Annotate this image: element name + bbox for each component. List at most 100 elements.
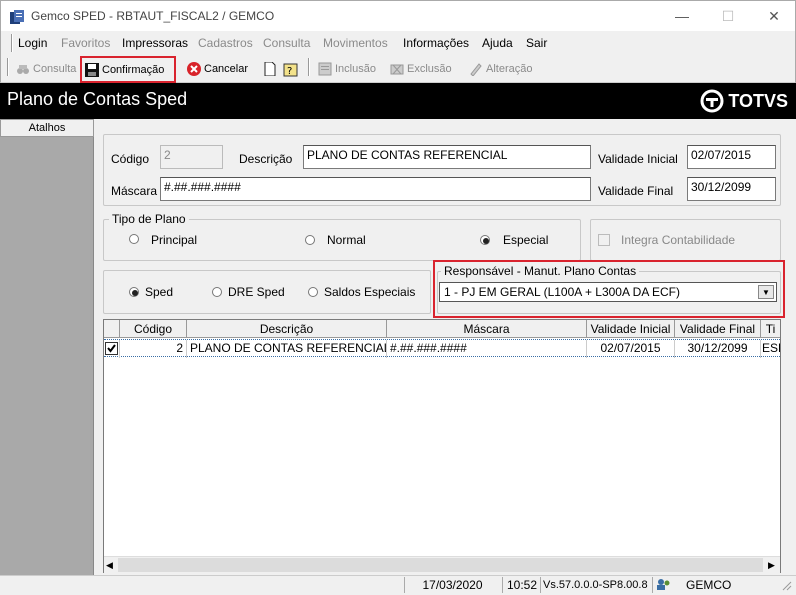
dropdown-arrow-icon[interactable]: ▼ — [758, 285, 774, 299]
inclusao-label: Inclusão — [335, 63, 376, 75]
alteracao-label: Alteração — [486, 63, 533, 75]
toolbar-separator — [308, 58, 310, 76]
responsavel-selected: 1 - PJ EM GERAL (L100A + L300A DA ECF) — [444, 285, 680, 299]
svg-text:?: ? — [287, 66, 292, 77]
new-document-button[interactable] — [260, 58, 280, 80]
alteracao-button[interactable]: Alteração — [466, 58, 535, 80]
status-time: 10:52 — [502, 577, 540, 593]
especial-radio[interactable] — [480, 235, 490, 245]
dre-sped-radio[interactable] — [212, 287, 222, 297]
confirmacao-button[interactable]: Confirmação — [80, 56, 176, 83]
cancelar-button[interactable]: Cancelar — [184, 58, 251, 80]
resize-grip-icon[interactable] — [780, 579, 792, 591]
descricao-field[interactable]: PLANO DE CONTAS REFERENCIAL — [303, 145, 591, 169]
add-record-icon — [318, 62, 332, 76]
dre-sped-label: DRE Sped — [228, 285, 285, 299]
page-title: Plano de Contas Sped — [7, 89, 188, 109]
codigo-field[interactable]: 2 — [160, 145, 223, 169]
toolbar-grip — [7, 58, 9, 76]
toolbar: Consulta Confirmação Cancelar ? Inclusão… — [0, 55, 796, 83]
cancelar-label: Cancelar — [204, 63, 249, 75]
column-header-tipo[interactable]: Ti — [761, 320, 780, 338]
normal-label: Normal — [327, 233, 366, 247]
column-header-codigo[interactable]: Código — [120, 320, 187, 338]
inclusao-button[interactable]: Inclusão — [315, 58, 379, 80]
confirmacao-label: Confirmação — [102, 63, 165, 76]
column-header-mascara[interactable]: Máscara — [387, 320, 587, 338]
cell-codigo[interactable]: 2 — [120, 340, 187, 358]
horizontal-scrollbar[interactable]: ◀ ▶ — [104, 556, 780, 573]
sidebar-title[interactable]: Atalhos — [0, 119, 94, 137]
mascara-label: Máscara — [111, 184, 158, 198]
consulta-button[interactable]: Consulta — [13, 58, 79, 80]
page-header: Plano de Contas Sped TOTVS — [0, 83, 796, 119]
menu-impressoras[interactable]: Impressoras — [122, 36, 188, 50]
scroll-left-icon[interactable]: ◀ — [106, 560, 113, 571]
consulta-label: Consulta — [33, 63, 77, 75]
descricao-label: Descrição — [239, 152, 293, 166]
grid-selector-header — [104, 320, 120, 338]
cell-validade-inicial[interactable]: 02/07/2015 — [587, 340, 675, 358]
sped-label: Sped — [145, 285, 174, 299]
row-checkbox[interactable] — [104, 340, 120, 358]
cell-tipo[interactable]: ESP — [761, 340, 780, 358]
sidebar: Atalhos — [0, 119, 94, 575]
column-header-validade-final[interactable]: Validade Final — [675, 320, 761, 338]
codigo-label: Código — [111, 152, 150, 166]
cell-descricao[interactable]: PLANO DE CONTAS REFERENCIAL — [187, 340, 387, 358]
menu-login[interactable]: Login — [18, 36, 47, 50]
status-date: 17/03/2020 — [404, 577, 500, 593]
menu-consulta[interactable]: Consulta — [263, 36, 310, 50]
principal-label: Principal — [151, 233, 198, 247]
integra-label: Integra Contabilidade — [621, 233, 736, 247]
save-icon — [85, 62, 99, 77]
status-version: Vs.57.0.0.0-SP8.00.8 — [540, 577, 650, 593]
close-button[interactable]: ✕ — [751, 1, 796, 32]
integra-checkbox[interactable] — [598, 234, 610, 246]
edit-record-icon — [469, 62, 483, 77]
exclusao-button[interactable]: Exclusão — [387, 58, 455, 80]
responsavel-select[interactable]: 1 - PJ EM GERAL (L100A + L300A DA ECF) ▼ — [439, 282, 777, 302]
cell-validade-final[interactable]: 30/12/2099 — [675, 340, 761, 358]
delete-record-icon — [390, 62, 404, 76]
status-company: GEMCO — [686, 578, 732, 592]
menu-grip — [11, 34, 13, 52]
cancel-icon — [187, 62, 201, 76]
saldos-especiais-label: Saldos Especiais — [324, 285, 416, 299]
plano-contas-grid: Código Descrição Máscara Validade Inicia… — [103, 319, 781, 573]
principal-radio[interactable] — [129, 234, 139, 244]
validade-final-field[interactable]: 30/12/2099 — [687, 177, 776, 201]
tipo-plano-title: Tipo de Plano — [109, 212, 189, 226]
user-icon — [652, 577, 672, 593]
help-icon: ? — [283, 62, 298, 77]
especial-label: Especial — [503, 233, 549, 247]
menu-ajuda[interactable]: Ajuda — [482, 36, 513, 50]
totvs-logo: TOTVS — [700, 89, 788, 113]
menu-cadastros[interactable]: Cadastros — [198, 36, 253, 50]
validade-inicial-field[interactable]: 02/07/2015 — [687, 145, 776, 169]
menu-bar: Login Favoritos Impressoras Cadastros Co… — [0, 31, 796, 55]
new-document-icon — [263, 61, 277, 77]
validade-inicial-label: Validade Inicial — [598, 152, 678, 166]
cell-mascara[interactable]: #.##.###.#### — [387, 340, 587, 358]
menu-favoritos[interactable]: Favoritos — [61, 36, 110, 50]
help-button[interactable]: ? — [280, 58, 300, 80]
window-title: Gemco SPED - RBTAUT_FISCAL2 / GEMCO — [31, 9, 275, 23]
menu-informacoes[interactable]: Informações — [403, 36, 469, 50]
table-row[interactable]: 2 PLANO DE CONTAS REFERENCIAL #.##.###.#… — [104, 339, 780, 358]
sped-radio[interactable] — [129, 287, 139, 297]
column-header-descricao[interactable]: Descrição — [187, 320, 387, 338]
mascara-field[interactable]: #.##.###.#### — [160, 177, 591, 201]
scroll-right-icon[interactable]: ▶ — [768, 560, 775, 571]
maximize-button[interactable]: ☐ — [705, 1, 751, 32]
responsavel-title: Responsável - Manut. Plano Contas — [441, 264, 640, 278]
normal-radio[interactable] — [305, 235, 315, 245]
menu-movimentos[interactable]: Movimentos — [323, 36, 388, 50]
minimize-button[interactable]: — — [659, 1, 705, 32]
saldos-especiais-radio[interactable] — [308, 287, 318, 297]
menu-sair[interactable]: Sair — [526, 36, 547, 50]
scrollbar-track[interactable] — [118, 558, 763, 572]
app-icon — [9, 9, 25, 25]
check-icon — [105, 342, 118, 355]
column-header-validade-inicial[interactable]: Validade Inicial — [587, 320, 675, 338]
